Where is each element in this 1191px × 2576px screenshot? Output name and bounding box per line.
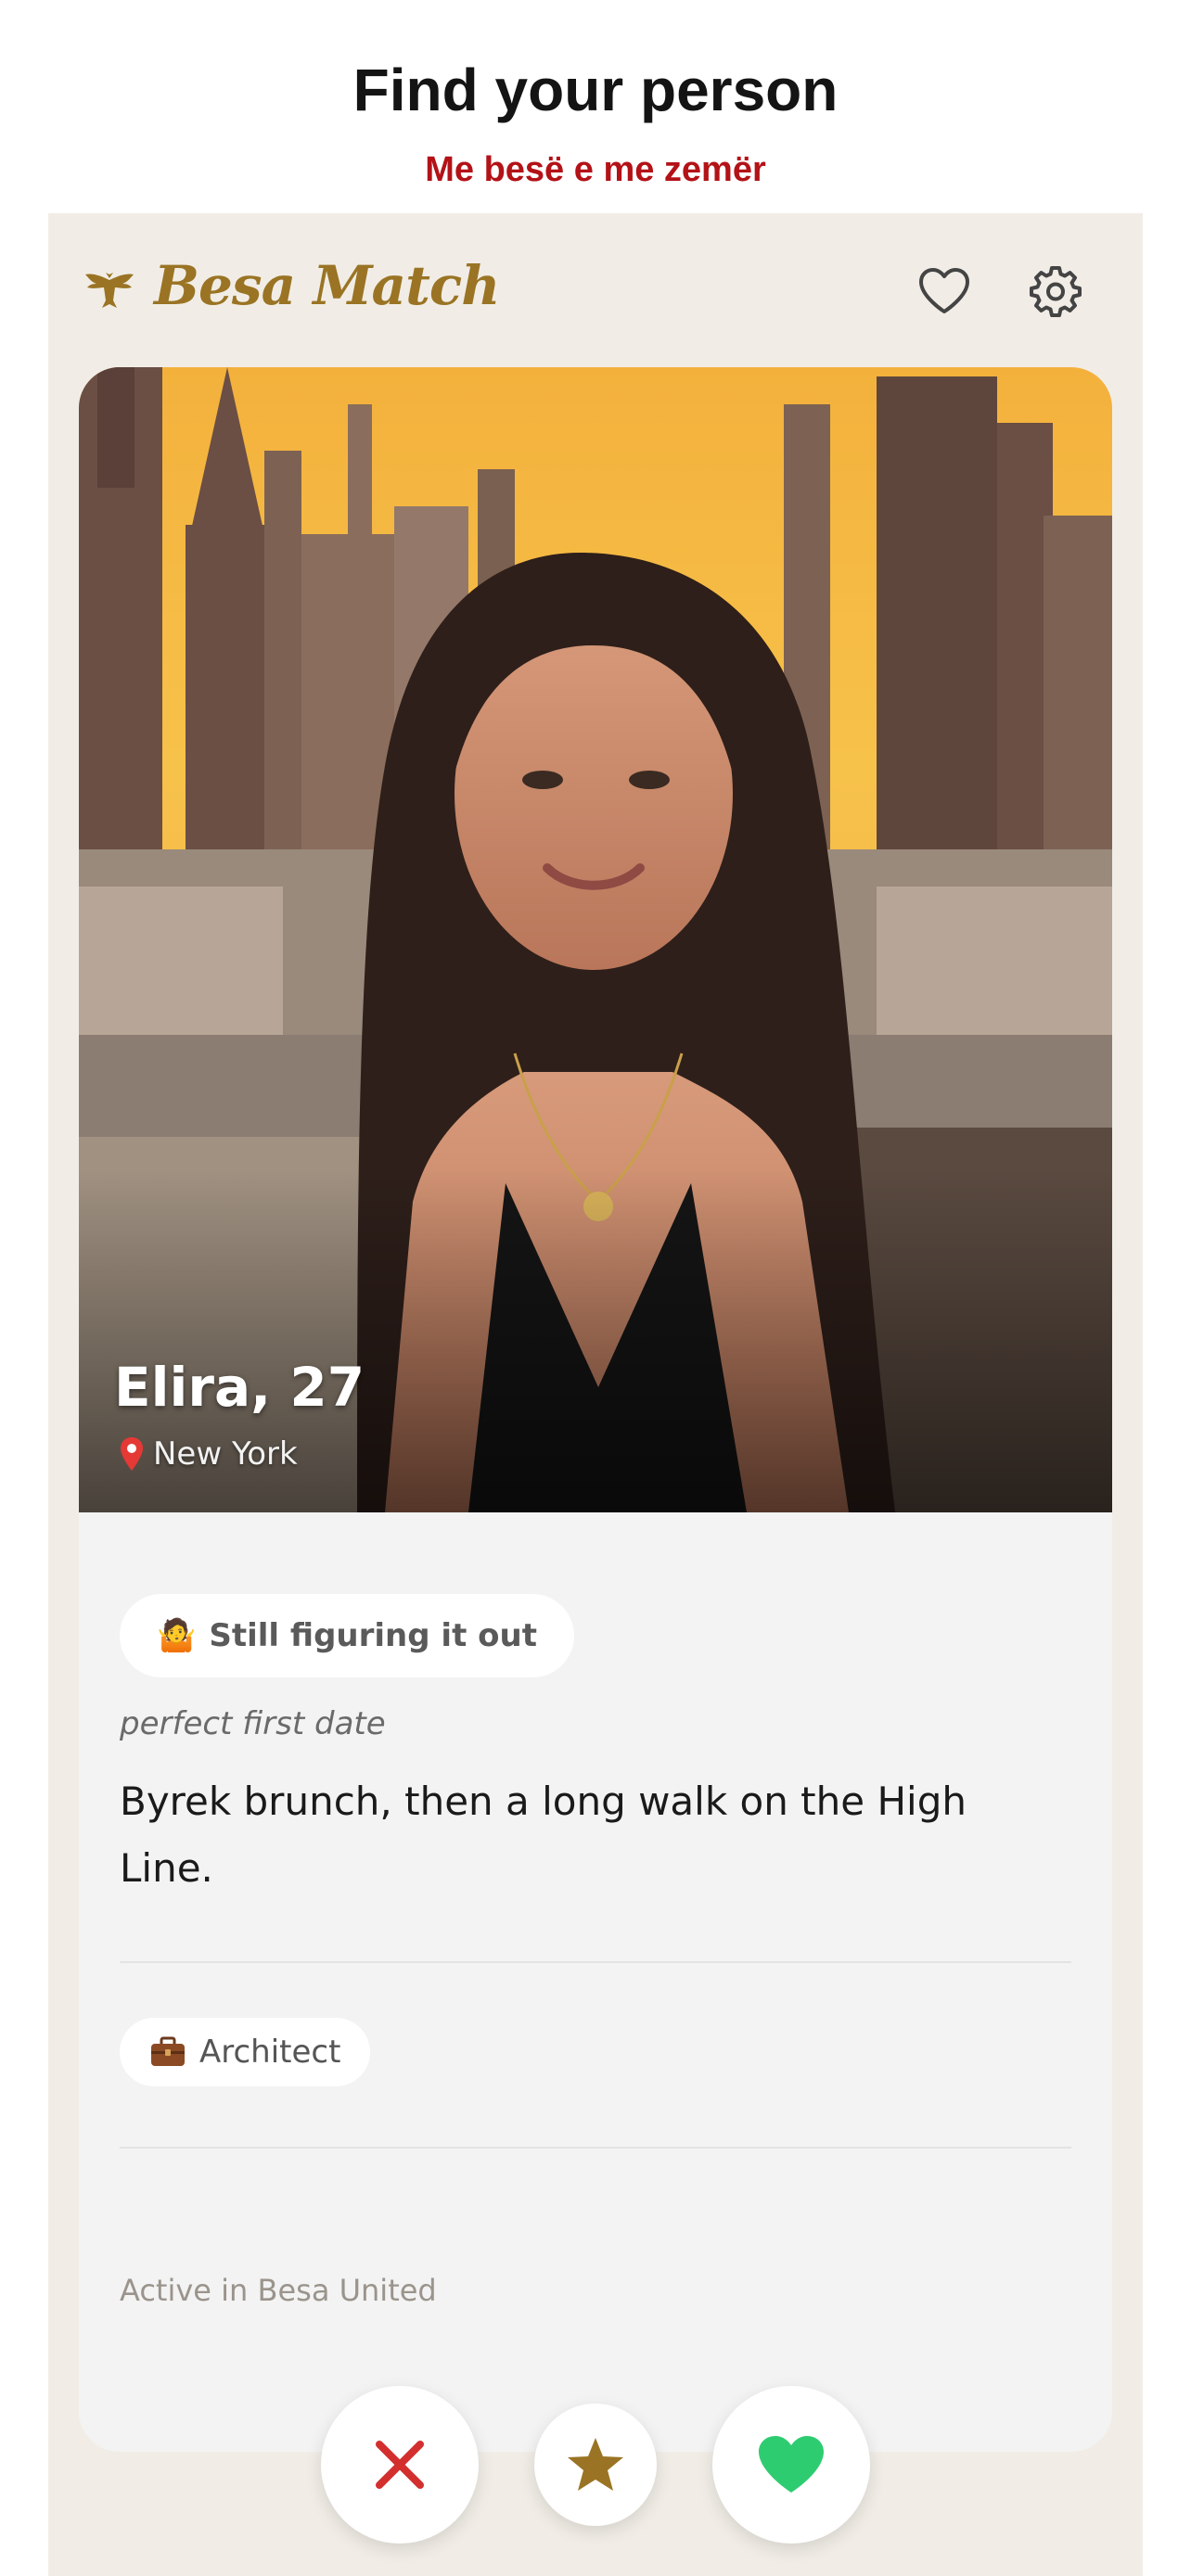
relationship-status-badge: 🤷 Still figuring it out [120, 1594, 574, 1677]
profile-photo[interactable]: Elira, 27 New York [79, 367, 1112, 1512]
pass-button[interactable] [321, 2386, 479, 2544]
profile-details: 🤷 Still figuring it out perfect first da… [79, 1512, 1112, 2452]
divider [120, 1961, 1071, 1963]
prompt-answer: Byrek brunch, then a long walk on the Hi… [120, 1779, 967, 1891]
close-icon [376, 2441, 424, 2489]
heart-icon [759, 2436, 824, 2493]
heart-icon [919, 268, 969, 313]
map-pin-icon [121, 1437, 143, 1471]
photo-gradient-overlay [79, 367, 1112, 1512]
super-like-button[interactable] [534, 2404, 657, 2526]
shrug-emoji-icon: 🤷 [157, 1617, 197, 1654]
profile-name-age: Elira, 27 [114, 1356, 365, 1419]
page-subtitle: Me besë e me zemër [425, 150, 766, 189]
likes-button[interactable] [915, 261, 974, 321]
activity-status: Active in Besa United [120, 2273, 437, 2308]
eagle-icon [85, 273, 134, 308]
status-label: Still figuring it out [209, 1617, 537, 1654]
prompt-label: perfect first date [120, 1705, 386, 1742]
profile-location: New York [118, 1435, 298, 1473]
settings-gear-icon [1030, 266, 1082, 317]
star-icon [568, 2438, 623, 2491]
divider [120, 2147, 1071, 2149]
brand-name: Besa Match [154, 254, 500, 317]
location-label: New York [153, 1435, 298, 1473]
page-header: Find your person Me besë e me zemër [0, 0, 1191, 213]
job-badge: Architect [120, 2018, 371, 2086]
profile-card[interactable]: Elira, 27 New York 🤷 Still figuring it o… [79, 367, 1112, 2452]
briefcase-icon [151, 2036, 185, 2066]
job-label: Architect [199, 2034, 341, 2071]
settings-button[interactable] [1026, 261, 1085, 321]
page-title: Find your person [352, 57, 839, 123]
like-button[interactable] [712, 2386, 870, 2544]
app-bar: Besa Match [48, 213, 1143, 367]
app-frame: Besa Match Elira, 27 New York 🤷 Still fi… [48, 213, 1143, 2576]
